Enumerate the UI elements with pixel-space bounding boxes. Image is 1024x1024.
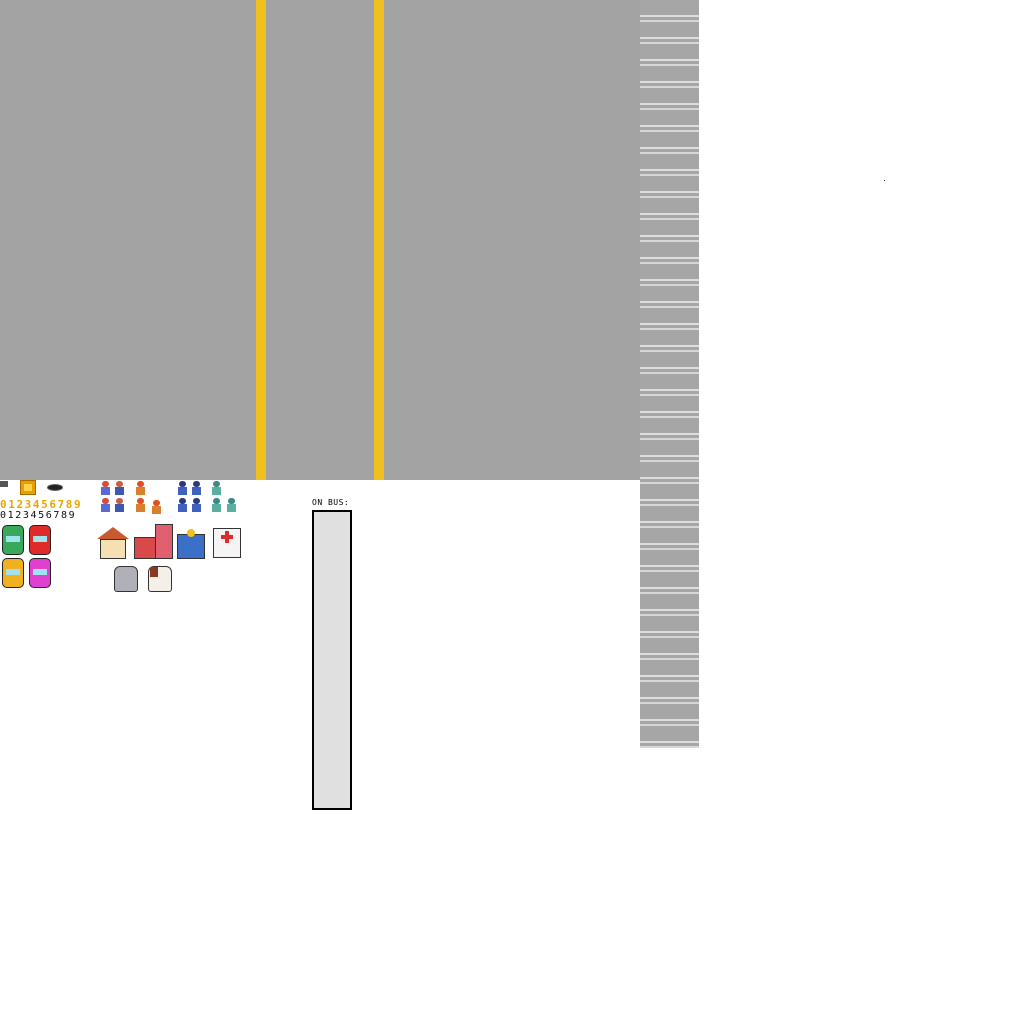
passenger-red-icon (115, 498, 124, 512)
medic-icon (227, 498, 236, 512)
firefighter-icon (152, 500, 161, 514)
lane-line-right (374, 0, 384, 480)
passenger-red-icon (115, 481, 124, 495)
on-bus-label: ON BUS: (312, 498, 350, 507)
passenger-red-icon (101, 498, 110, 512)
police-officer-icon (192, 498, 201, 512)
hospital-cross-horizontal (221, 535, 233, 539)
passenger-red-icon (101, 481, 110, 495)
magenta-bus-icon (29, 558, 51, 588)
firefighter-icon (136, 481, 145, 495)
dog-ear (150, 567, 158, 577)
medic-icon (212, 481, 221, 495)
police-badge-icon (187, 529, 195, 537)
fire-station-icon (134, 537, 156, 559)
yellow-bus-icon (2, 558, 24, 588)
red-bus-icon (29, 525, 51, 555)
gold-digit-font: 0123456789 (0, 498, 83, 511)
pothole-icon (47, 484, 63, 491)
police-station-icon (177, 534, 205, 559)
stray-pixel (884, 180, 885, 181)
police-officer-icon (178, 481, 187, 495)
green-bus-icon (2, 525, 24, 555)
coin-face (24, 484, 32, 491)
road (0, 0, 640, 480)
medic-icon (212, 498, 221, 512)
cat-icon (114, 566, 138, 592)
pixel-marker (0, 481, 8, 487)
on-bus-panel (312, 510, 352, 810)
house-roof (97, 527, 129, 539)
firefighter-icon (136, 498, 145, 512)
police-officer-icon (178, 498, 187, 512)
black-digit-font: 0123456789 (0, 510, 77, 521)
police-officer-icon (192, 481, 201, 495)
fire-station-tower (155, 524, 173, 559)
house-icon (100, 539, 126, 559)
lane-line-left (256, 0, 266, 480)
sidewalk-strip (640, 0, 699, 748)
